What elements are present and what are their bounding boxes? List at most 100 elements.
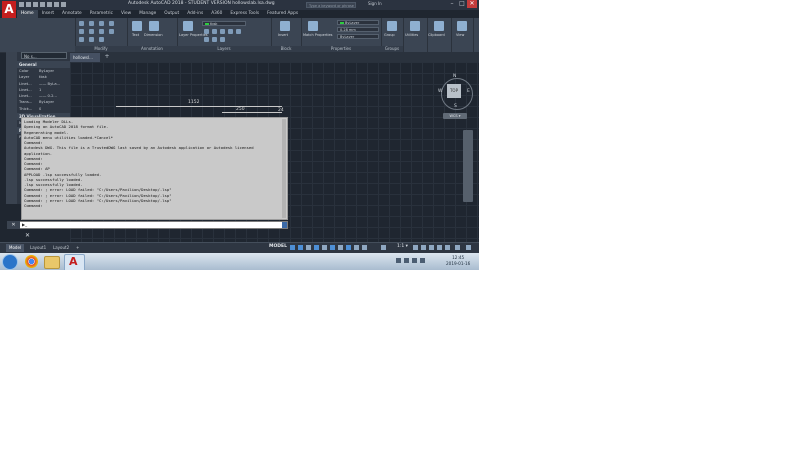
plot-icon[interactable] xyxy=(47,2,52,7)
tab-manage[interactable]: Manage xyxy=(135,10,160,18)
snap-icon[interactable] xyxy=(298,245,303,250)
application-menu-button[interactable]: A xyxy=(2,1,16,18)
rotate-icon[interactable] xyxy=(89,21,94,26)
group-button-label[interactable]: Group xyxy=(384,33,395,37)
selection-dropdown[interactable]: No s... xyxy=(21,52,67,59)
tab-featured-apps[interactable]: Featured Apps xyxy=(263,10,302,18)
linetype-dropdown[interactable]: ByLayer xyxy=(337,34,379,39)
selection-cycling-icon[interactable] xyxy=(346,245,351,250)
lineweight-dropdown[interactable]: 0.28 mm xyxy=(337,27,379,32)
properties-palette-titlebar[interactable] xyxy=(6,52,17,204)
layer-unisolate-icon[interactable] xyxy=(212,37,217,42)
layer-freeze-icon[interactable] xyxy=(220,29,225,34)
command-input[interactable]: ▶_ xyxy=(22,222,27,228)
scale-icon[interactable] xyxy=(89,37,94,42)
battery-icon[interactable] xyxy=(412,258,417,263)
maximize-button[interactable]: □ xyxy=(457,0,467,8)
polar-icon[interactable] xyxy=(314,245,319,250)
text-icon[interactable] xyxy=(132,21,142,31)
match-properties-icon[interactable] xyxy=(308,21,318,31)
prop-row-thickness[interactable]: Thick... 0 xyxy=(17,106,70,112)
volume-icon[interactable] xyxy=(404,258,409,263)
units-icon[interactable] xyxy=(429,245,434,250)
search-input[interactable]: Type a keyword or phrase xyxy=(306,1,356,8)
compass-north[interactable]: N xyxy=(453,74,456,79)
workspace-icon[interactable] xyxy=(413,245,418,250)
tab-view[interactable]: View xyxy=(117,10,135,18)
customization-icon[interactable] xyxy=(466,245,471,250)
navigation-bar[interactable] xyxy=(463,130,473,202)
chrome-icon[interactable] xyxy=(25,255,38,268)
dimension-icon[interactable] xyxy=(149,21,159,31)
compass-south[interactable]: S xyxy=(454,104,457,109)
text-button-label[interactable]: Text xyxy=(132,33,139,37)
start-button[interactable] xyxy=(2,254,18,270)
tab-layout1[interactable]: Layout1 xyxy=(27,244,49,252)
isodraft-icon[interactable] xyxy=(322,245,327,250)
object-snap-icon[interactable] xyxy=(330,245,335,250)
sign-in-button[interactable]: Sign In xyxy=(368,1,382,6)
add-layout-button[interactable]: + xyxy=(73,244,82,252)
clean-screen-icon[interactable] xyxy=(455,245,460,250)
redo-icon[interactable] xyxy=(61,2,66,7)
tab-layout2[interactable]: Layout2 xyxy=(50,244,72,252)
layer-isolate-icon[interactable] xyxy=(212,29,217,34)
match-properties-label[interactable]: Match Properties xyxy=(303,33,332,37)
compass-east[interactable]: E xyxy=(467,89,470,94)
annotation-scale[interactable]: 1:1 ▾ xyxy=(397,244,408,249)
fillet-icon[interactable] xyxy=(99,29,104,34)
minimize-button[interactable]: – xyxy=(447,0,457,8)
close-button[interactable]: ✕ xyxy=(467,0,477,8)
tab-parametric[interactable]: Parametric xyxy=(86,10,117,18)
view-icon[interactable] xyxy=(457,21,467,31)
utilities-button-label[interactable]: Utilities xyxy=(405,33,418,37)
lineweight-icon[interactable] xyxy=(338,245,343,250)
utilities-icon[interactable] xyxy=(410,21,420,31)
tab-drawing[interactable]: hollowsl... xyxy=(70,53,100,62)
layer-properties-icon[interactable] xyxy=(183,21,193,31)
network-icon[interactable] xyxy=(396,258,401,263)
mirror-icon[interactable] xyxy=(89,29,94,34)
isolate-objects-icon[interactable] xyxy=(445,245,450,250)
copy-icon[interactable] xyxy=(79,29,84,34)
new-icon[interactable] xyxy=(19,2,24,7)
layer-dropdown[interactable]: tbsk xyxy=(202,21,246,26)
open-icon[interactable] xyxy=(26,2,31,7)
layer-off-icon[interactable] xyxy=(204,29,209,34)
tab-model[interactable]: Model xyxy=(6,244,25,252)
wcs-menu[interactable]: WCS ▾ xyxy=(443,113,467,119)
tab-insert[interactable]: Insert xyxy=(38,10,58,18)
layer-thaw-icon[interactable] xyxy=(220,37,225,42)
tab-annotate[interactable]: Annotate xyxy=(58,10,86,18)
tab-add-ins[interactable]: Add-ins xyxy=(183,10,207,18)
explode-icon[interactable] xyxy=(109,29,114,34)
viewcube-face[interactable]: TOP xyxy=(447,84,461,98)
taskbar-clock[interactable]: 12:45 2019-01-16 xyxy=(446,255,470,266)
group-icon[interactable] xyxy=(387,21,397,31)
layer-lock-icon[interactable] xyxy=(228,29,233,34)
insert-block-icon[interactable] xyxy=(280,21,290,31)
tab-express-tools[interactable]: Express Tools xyxy=(226,10,263,18)
model-space-button[interactable]: MODEL xyxy=(269,244,287,249)
command-line-close-button[interactable]: ✕ xyxy=(7,221,20,229)
clipboard-button-label[interactable]: Clipboard xyxy=(428,33,445,37)
dimension-button-label[interactable]: Dimension xyxy=(144,33,163,37)
make-current-icon[interactable] xyxy=(236,29,241,34)
annotation-visibility-icon[interactable] xyxy=(354,245,359,250)
file-explorer-icon[interactable] xyxy=(44,256,60,269)
annotation-scale-icon[interactable] xyxy=(381,245,386,250)
tab-output[interactable]: Output xyxy=(160,10,183,18)
save-icon[interactable] xyxy=(33,2,38,7)
trim-icon[interactable] xyxy=(99,21,104,26)
compass-west[interactable]: W xyxy=(438,89,442,94)
color-dropdown[interactable]: ByLayer xyxy=(337,20,379,25)
command-line-dropdown[interactable] xyxy=(282,222,287,228)
erase-icon[interactable] xyxy=(109,21,114,26)
tab-home[interactable]: Home xyxy=(17,10,38,18)
auto-scale-icon[interactable] xyxy=(362,245,367,250)
grid-icon[interactable] xyxy=(290,245,295,250)
general-section-header[interactable]: General xyxy=(17,61,70,68)
annotation-monitor-icon[interactable] xyxy=(421,245,426,250)
flag-icon[interactable] xyxy=(420,258,425,263)
command-line[interactable] xyxy=(7,221,288,229)
